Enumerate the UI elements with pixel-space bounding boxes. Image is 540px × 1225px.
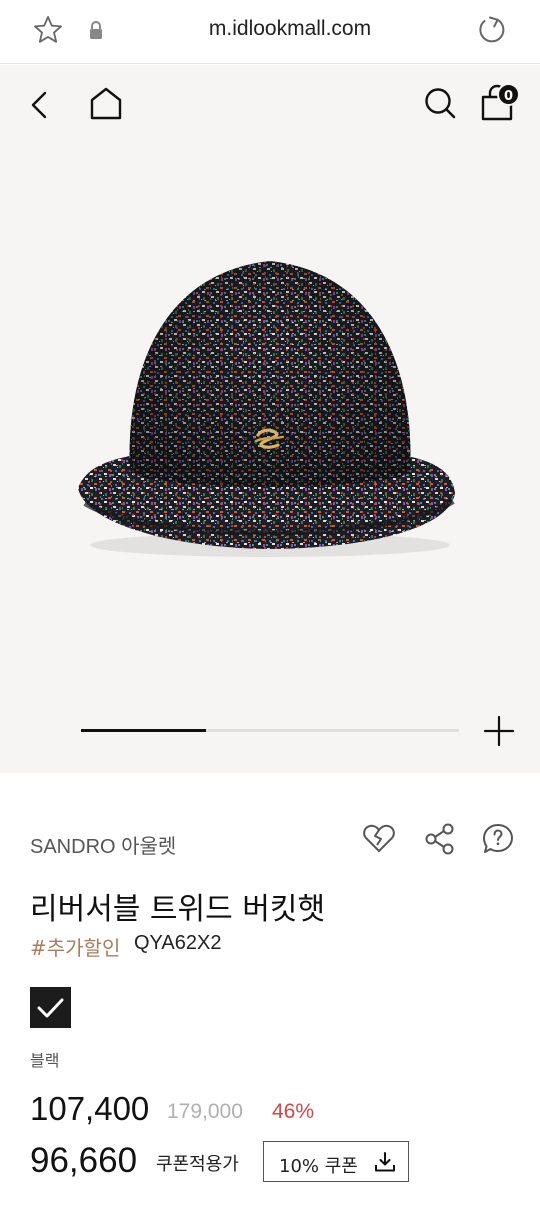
- sale-price: 107,400: [30, 1090, 150, 1127]
- coupon-download-button[interactable]: 10% 쿠폰: [263, 1141, 409, 1182]
- color-name: 블랙: [30, 1051, 60, 1070]
- home-icon[interactable]: [88, 85, 124, 121]
- heart-icon[interactable]: [362, 822, 396, 856]
- gallery-progress-fill: [81, 729, 206, 732]
- brand-name[interactable]: SANDRO 아울렛: [30, 830, 176, 859]
- question-icon[interactable]: [481, 822, 515, 856]
- url-text[interactable]: m.idlookmall.com: [140, 17, 440, 41]
- coupon-price-label: 쿠폰적용가: [156, 1154, 239, 1175]
- star-icon[interactable]: [32, 14, 64, 46]
- reload-icon[interactable]: [476, 14, 508, 46]
- promo-tag[interactable]: #추가할인: [30, 932, 120, 961]
- back-icon[interactable]: [24, 87, 54, 123]
- coupon-price: 96,660: [30, 1141, 138, 1180]
- coupon-button-label: 10% 쿠폰: [279, 1156, 358, 1177]
- product-code: QYA62X2: [134, 932, 222, 954]
- checkmark-icon: [37, 998, 64, 1018]
- lock-icon: [90, 21, 102, 39]
- original-price: 179,000: [167, 1100, 243, 1123]
- color-swatch-black[interactable]: [30, 987, 71, 1028]
- gallery-progress-bar: [81, 729, 459, 732]
- plus-icon[interactable]: [483, 715, 515, 747]
- search-icon[interactable]: [422, 85, 458, 121]
- share-icon[interactable]: [423, 822, 457, 856]
- cart-count-badge: 0: [497, 83, 520, 106]
- download-icon: [375, 1152, 395, 1172]
- product-image-gallery[interactable]: 0: [0, 65, 540, 773]
- discount-rate: 46%: [272, 1100, 315, 1123]
- browser-url-bar: m.idlookmall.com: [0, 0, 540, 64]
- product-title: 리버서블 트위드 버킷햇: [30, 892, 326, 927]
- product-hat-image: [78, 261, 455, 557]
